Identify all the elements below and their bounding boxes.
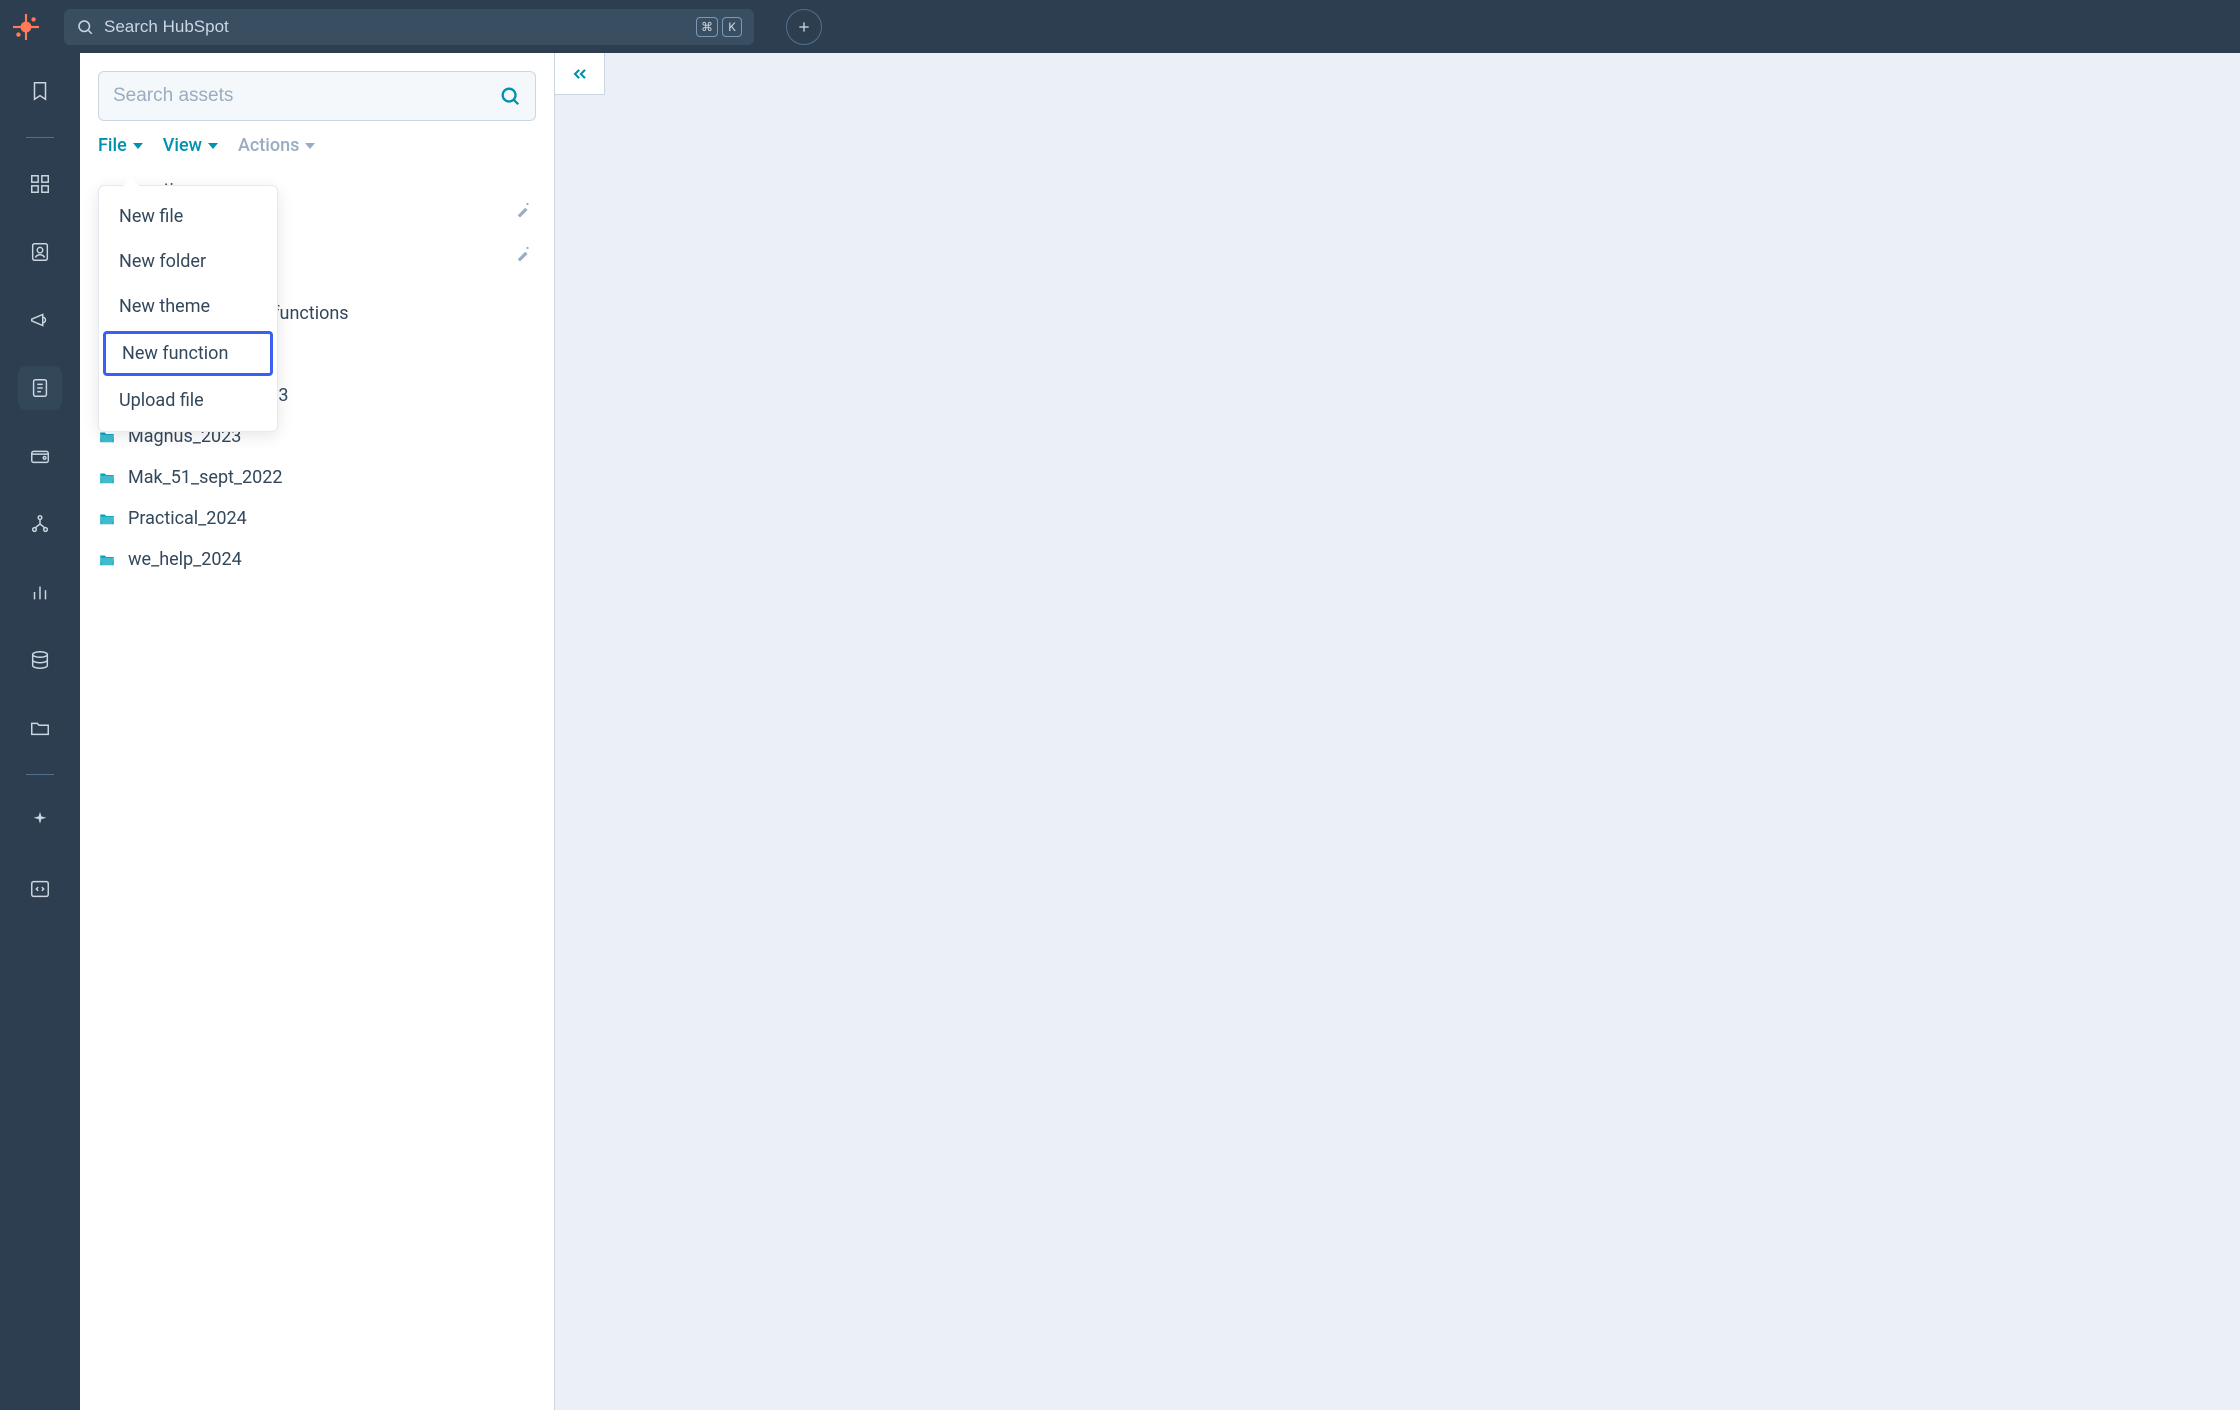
nav-rail <box>0 53 80 1410</box>
view-menu-label: View <box>163 135 202 156</box>
kbd-k: K <box>722 17 742 37</box>
folder-icon <box>29 717 51 739</box>
chevron-down-icon <box>208 143 218 149</box>
document-icon <box>29 377 51 399</box>
nav-divider <box>26 774 54 775</box>
collapse-panel-button[interactable] <box>555 53 605 95</box>
keyboard-shortcut: ⌘ K <box>696 17 742 37</box>
panel-menubar: File View Actions <box>98 135 536 156</box>
top-bar: ⌘ K <box>0 0 2240 53</box>
tree-item-folder[interactable]: we_help_2024 <box>98 549 536 570</box>
hubspot-logo[interactable] <box>12 13 40 41</box>
editor-area <box>555 53 2240 1410</box>
tree-item-folder[interactable]: Practical_2024 <box>98 508 536 529</box>
nav-marketing[interactable] <box>18 298 62 342</box>
global-search[interactable]: ⌘ K <box>64 9 754 45</box>
wand-icon <box>514 201 532 219</box>
search-icon <box>499 85 521 107</box>
nav-divider <box>26 137 54 138</box>
megaphone-icon <box>29 309 51 331</box>
bookmark-icon <box>29 80 51 102</box>
file-panel: File View Actions fxfunctions_2022ober_2… <box>80 53 555 1410</box>
grid-icon <box>29 173 51 195</box>
search-icon <box>76 18 94 36</box>
chevron-double-left-icon <box>570 64 590 84</box>
nav-code[interactable] <box>18 867 62 911</box>
asset-search-input[interactable] <box>113 85 489 107</box>
nav-contacts[interactable] <box>18 230 62 274</box>
file-menu-item[interactable]: Upload file <box>99 378 277 423</box>
nav-automation[interactable] <box>18 502 62 546</box>
chevron-down-icon <box>133 143 143 149</box>
create-button[interactable] <box>786 9 822 45</box>
nav-data[interactable] <box>18 638 62 682</box>
tree-item-label: we_help_2024 <box>128 549 242 570</box>
nav-reporting[interactable] <box>18 570 62 614</box>
file-menu-item[interactable]: New file <box>99 194 277 239</box>
nav-files[interactable] <box>18 706 62 750</box>
database-icon <box>29 649 51 671</box>
tree-item-folder[interactable]: Mak_51_sept_2022 <box>98 467 536 488</box>
nav-bookmark[interactable] <box>18 69 62 113</box>
file-dropdown: New fileNew folderNew themeNew functionU… <box>98 185 278 432</box>
view-menu[interactable]: View <box>163 135 218 156</box>
contact-icon <box>29 241 51 263</box>
asset-search[interactable] <box>98 71 536 121</box>
folder-icon <box>98 469 116 487</box>
file-menu-item[interactable]: New function <box>103 331 273 376</box>
wand-icon <box>514 245 532 263</box>
global-search-input[interactable] <box>104 17 686 37</box>
actions-menu-label: Actions <box>238 135 299 156</box>
plus-icon <box>796 19 812 35</box>
actions-menu[interactable]: Actions <box>238 135 315 156</box>
tree-item-label: Mak_51_sept_2022 <box>128 467 283 488</box>
collapse-all-button[interactable] <box>514 201 532 223</box>
sparkle-icon <box>29 810 51 832</box>
nav-ai[interactable] <box>18 799 62 843</box>
file-menu-item[interactable]: New theme <box>99 284 277 329</box>
file-menu-label: File <box>98 135 127 156</box>
kbd-cmd: ⌘ <box>696 17 718 37</box>
nav-content[interactable] <box>18 366 62 410</box>
nav-apps[interactable] <box>18 162 62 206</box>
folder-icon <box>98 551 116 569</box>
code-icon <box>29 878 51 900</box>
expand-all-button[interactable] <box>514 245 532 267</box>
nav-commerce[interactable] <box>18 434 62 478</box>
chevron-down-icon <box>305 143 315 149</box>
chart-icon <box>29 581 51 603</box>
tree-actions <box>514 201 532 267</box>
folder-icon <box>98 510 116 528</box>
workflow-icon <box>29 513 51 535</box>
wallet-icon <box>29 445 51 467</box>
file-menu[interactable]: File <box>98 135 143 156</box>
tree-item-label: Practical_2024 <box>128 508 247 529</box>
file-menu-item[interactable]: New folder <box>99 239 277 284</box>
